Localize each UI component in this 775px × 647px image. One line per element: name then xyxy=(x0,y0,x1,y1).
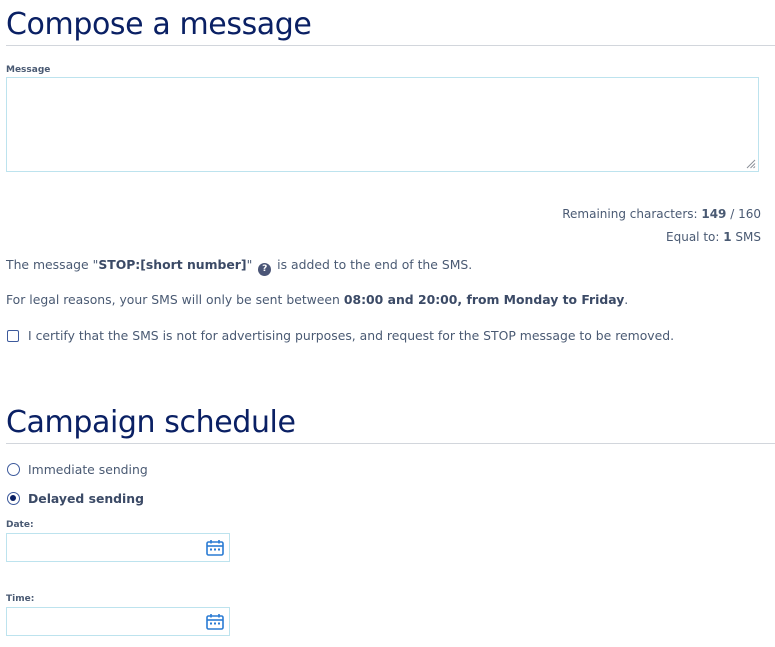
message-label: Message xyxy=(6,65,51,75)
resize-grip-icon[interactable] xyxy=(746,159,756,169)
immediate-sending-radio[interactable] xyxy=(7,463,20,476)
compose-title: Compose a message xyxy=(6,7,312,42)
certify-label[interactable]: I certify that the SMS is not for advert… xyxy=(28,328,674,343)
schedule-divider xyxy=(6,443,775,444)
date-label: Date: xyxy=(6,520,34,530)
remaining-characters: Remaining characters: 149 / 160 xyxy=(562,207,761,221)
question-circle-icon[interactable]: ? xyxy=(258,263,272,276)
radio-selected-dot xyxy=(10,495,16,501)
time-label: Time: xyxy=(6,594,35,604)
message-textarea[interactable] xyxy=(6,77,759,172)
stop-keyword: STOP:[short number] xyxy=(98,257,247,272)
calendar-icon[interactable] xyxy=(206,613,224,630)
schedule-title: Campaign schedule xyxy=(6,405,296,440)
date-input[interactable] xyxy=(6,533,230,562)
compose-divider xyxy=(6,45,775,46)
legal-notice: For legal reasons, your SMS will only be… xyxy=(6,292,629,307)
sms-count-value: 1 xyxy=(723,230,732,244)
certify-checkbox[interactable] xyxy=(7,330,19,342)
stop-notice: The message "STOP:[short number]" ? is a… xyxy=(6,257,473,276)
remaining-count: 149 xyxy=(701,207,727,221)
time-input[interactable] xyxy=(6,607,230,636)
delayed-sending-label[interactable]: Delayed sending xyxy=(28,491,144,506)
sms-count: Equal to: 1 SMS xyxy=(666,230,761,244)
delayed-sending-radio[interactable] xyxy=(7,492,20,505)
calendar-icon[interactable] xyxy=(206,539,224,556)
immediate-sending-label[interactable]: Immediate sending xyxy=(28,462,148,477)
legal-hours: 08:00 and 20:00, from Monday to Friday xyxy=(343,292,625,307)
